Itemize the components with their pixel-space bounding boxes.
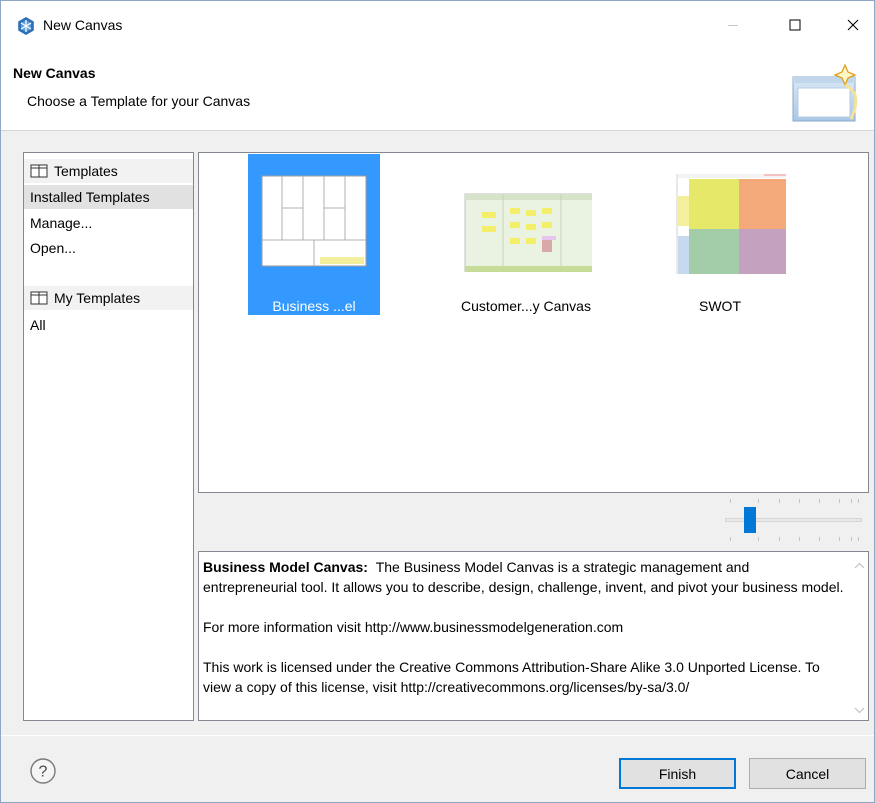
nav-header-label: Templates bbox=[54, 163, 118, 179]
customer-canvas-thumbnail bbox=[464, 174, 600, 285]
template-category-list: Templates Installed Templates Manage... … bbox=[23, 152, 194, 721]
nav-item-label: All bbox=[30, 317, 46, 333]
nav-item-open[interactable]: Open... bbox=[24, 236, 193, 260]
title-bar[interactable]: New Canvas bbox=[1, 1, 874, 49]
svg-text:?: ? bbox=[39, 764, 48, 781]
wizard-banner: New Canvas Choose a Template for your Ca… bbox=[1, 49, 874, 131]
new-canvas-dialog: New Canvas New Canvas Choose a Template … bbox=[0, 0, 875, 803]
finish-button[interactable]: Finish bbox=[619, 758, 736, 789]
footer-separator bbox=[1, 735, 874, 736]
book-icon bbox=[30, 164, 48, 178]
template-customer-journey-canvas[interactable]: Customer...y Canvas bbox=[460, 154, 600, 315]
template-label: Business ...el Canvas bbox=[272, 298, 356, 330]
nav-header-my-templates: My Templates bbox=[24, 286, 193, 310]
scroll-up-arrow-icon[interactable] bbox=[854, 558, 865, 569]
scroll-down-arrow-icon[interactable] bbox=[854, 703, 865, 714]
book-icon bbox=[30, 291, 48, 305]
business-model-canvas-thumbnail bbox=[260, 174, 380, 275]
template-business-model-canvas[interactable]: Business ...el Canvas bbox=[248, 154, 380, 330]
description-scrollbar[interactable] bbox=[851, 552, 868, 720]
nav-item-manage[interactable]: Manage... bbox=[24, 211, 193, 235]
thumbnail-zoom-slider[interactable] bbox=[721, 495, 866, 547]
maximize-button[interactable] bbox=[772, 1, 818, 49]
help-icon[interactable]: ? bbox=[29, 757, 57, 785]
nav-item-all[interactable]: All bbox=[24, 313, 193, 337]
nav-item-label: Installed Templates bbox=[30, 189, 150, 205]
window-title: New Canvas bbox=[43, 17, 123, 33]
template-description: Business Model Canvas: The Business Mode… bbox=[198, 551, 869, 721]
nav-header-label: My Templates bbox=[54, 290, 141, 306]
description-license: This work is licensed under the Creative… bbox=[203, 659, 820, 695]
swot-thumbnail bbox=[666, 171, 791, 283]
cancel-button[interactable]: Cancel bbox=[749, 758, 866, 789]
template-label: Customer...y Canvas bbox=[461, 298, 591, 314]
description-heading: Business Model Canvas: bbox=[203, 559, 368, 575]
nav-item-label: Manage... bbox=[30, 215, 93, 231]
close-button[interactable] bbox=[830, 1, 875, 49]
nav-item-installed-templates[interactable]: Installed Templates bbox=[24, 185, 193, 209]
template-label: SWOT bbox=[699, 298, 741, 314]
app-icon bbox=[17, 17, 35, 35]
new-canvas-wizard-icon bbox=[787, 55, 865, 127]
template-gallery: Business ...el Canvas Customer...y Canva… bbox=[198, 152, 869, 493]
banner-title: New Canvas bbox=[13, 65, 96, 81]
banner-subtitle: Choose a Template for your Canvas bbox=[27, 93, 251, 109]
minimize-button[interactable] bbox=[710, 1, 756, 49]
nav-item-label: Open... bbox=[30, 240, 76, 256]
template-swot[interactable]: SWOT bbox=[654, 154, 791, 315]
slider-thumb[interactable] bbox=[743, 507, 756, 533]
description-more-info: For more information visit http://www.bu… bbox=[203, 619, 624, 635]
nav-header-templates: Templates bbox=[24, 159, 193, 183]
